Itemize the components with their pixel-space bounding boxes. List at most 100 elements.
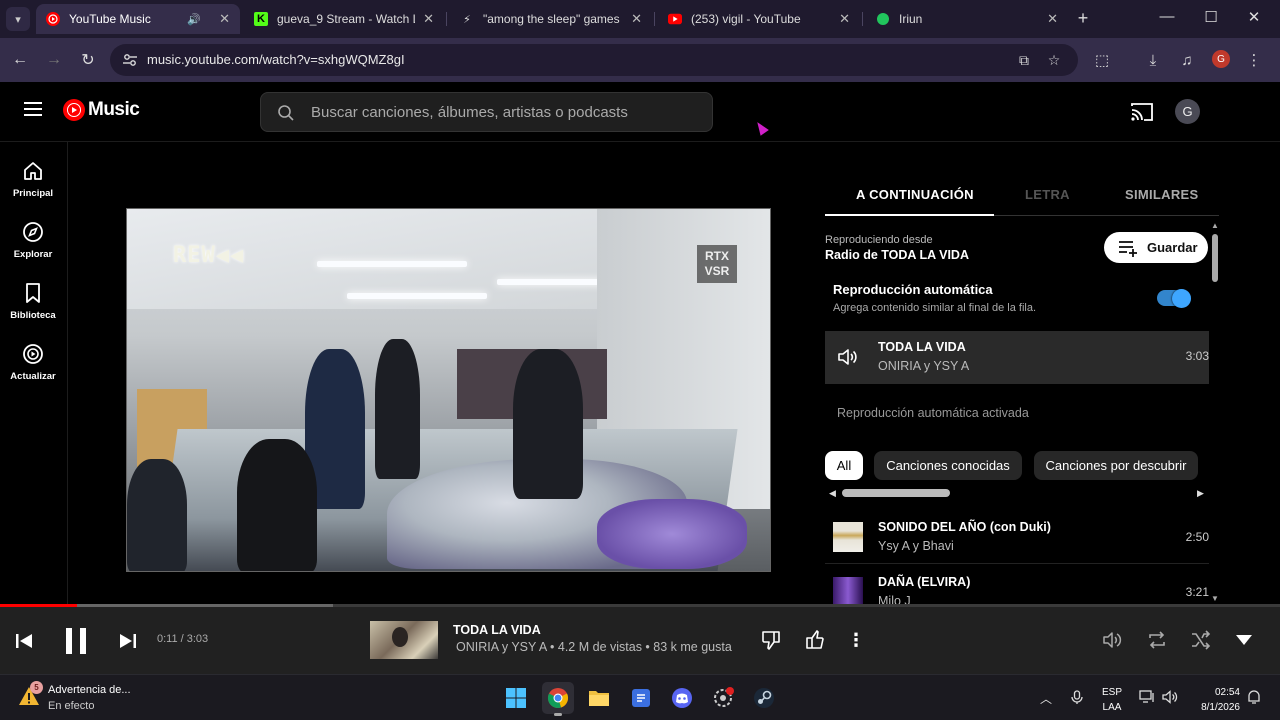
forward-arrow-icon[interactable]: → [43,49,65,71]
browser-tab-strip: ▾ YouTube Music 🔊 ✕ K gueva_9 Stream - W… [0,0,1280,38]
menu-hamburger-icon[interactable] [24,102,42,116]
cast-icon[interactable] [1130,101,1154,123]
notification-title[interactable]: Advertencia de... [48,684,131,696]
queue-item[interactable]: SONIDO DEL AÑO (con Duki) Ysy A y Bhavi … [825,510,1209,564]
chips-scroll-left-icon[interactable]: ◀ [829,488,836,499]
tab-related[interactable]: SIMILARES [1125,187,1198,202]
chip-discover-songs[interactable]: Canciones por descubrir [1034,451,1198,480]
reload-icon[interactable]: ↻ [77,49,99,71]
tab-audio-icon[interactable]: 🔊 [187,13,201,26]
tab-search-button[interactable]: ▾ [6,7,30,31]
keyboard-language-indicator[interactable]: ESP LAA [1100,685,1124,715]
tab-close-icon[interactable]: ✕ [839,11,850,27]
tab-youtube-vigil[interactable]: (253) vigil - YouTube ✕ [658,4,860,34]
ytmusic-logo[interactable]: Music [63,99,140,121]
more-options-icon[interactable]: ⋮ [846,627,866,653]
tab-close-icon[interactable]: ✕ [631,11,642,27]
speaker-volume-icon[interactable] [1162,690,1178,707]
new-tab-plus-icon[interactable]: + [1073,8,1093,28]
browser-profile-avatar[interactable]: G [1212,50,1230,68]
tab-close-icon[interactable]: ✕ [1047,11,1058,27]
now-playing-title[interactable]: TODA LA VIDA [453,623,541,637]
now-playing-thumbnail[interactable] [370,621,438,659]
tab-close-icon[interactable]: ✕ [423,11,434,27]
taskbar-app-settings[interactable] [707,682,739,714]
queue-item-artist[interactable]: Ysy A y Bhavi [878,539,954,553]
playing-from-value: Radio de TODA LA VIDA [825,248,969,262]
previous-icon [16,634,32,648]
nav-item-upgrade[interactable]: Actualizar [0,343,66,399]
search-icon[interactable] [277,104,295,122]
queue-item-artist[interactable]: ONIRIA y YSY A [878,359,969,373]
video-player[interactable]: REW◀◀ RTX VSR [126,208,771,572]
previous-track-button[interactable] [12,629,36,653]
taskbar-app-blue[interactable] [625,682,657,714]
taskbar-file-explorer[interactable] [583,682,615,714]
taskbar-chrome[interactable] [542,682,574,716]
tab-among-the-sleep[interactable]: ⚡ "among the sleep" games - ✕ [450,4,652,34]
tray-overflow-chevron-icon[interactable]: ︿ [1040,690,1052,707]
system-clock[interactable]: 02:54 8/1/2026 [1188,685,1240,715]
bookmark-star-icon[interactable]: ☆ [1045,51,1063,69]
shuffle-button[interactable] [1188,627,1214,653]
like-button[interactable] [802,627,828,653]
minimize-icon[interactable]: — [1152,8,1182,25]
tab-close-icon[interactable]: ✕ [219,11,230,27]
chip-known-songs[interactable]: Canciones conocidas [874,451,1022,480]
home-icon [24,162,42,180]
tab-separator [862,12,863,26]
save-queue-button[interactable]: Guardar [1104,232,1208,263]
site-info-icon[interactable] [122,52,138,68]
taskbar-steam[interactable] [748,682,780,714]
back-arrow-icon[interactable]: ← [9,49,31,71]
tab-kick-stream[interactable]: K gueva_9 Stream - Watch Live ✕ [244,4,444,34]
volume-button[interactable] [1099,627,1125,653]
taskbar-discord[interactable] [666,682,698,714]
chips-scroll-right-icon[interactable]: ▶ [1197,488,1204,499]
autoplay-toggle-knob[interactable] [1172,289,1191,308]
active-tab-indicator [825,214,994,216]
nav-item-home[interactable]: Principal [0,160,66,216]
microphone-icon[interactable] [1071,690,1083,708]
tab-youtube-music[interactable]: YouTube Music 🔊 ✕ [36,4,240,34]
expand-player-button[interactable] [1232,629,1256,651]
repeat-button[interactable] [1144,627,1170,653]
notification-bell-icon[interactable] [1247,690,1261,708]
tab-lyrics[interactable]: LETRA [1025,187,1070,202]
media-controls-icon[interactable]: ♫ [1176,49,1198,71]
network-icon[interactable] [1139,690,1155,707]
queue-item[interactable]: DAÑA (ELVIRA) Milo J 3:21 [825,565,1209,605]
tab-separator [446,12,447,26]
scroll-up-arrow-icon[interactable]: ▲ [1211,221,1219,230]
pause-button[interactable] [58,623,94,659]
youtube-favicon-icon [668,12,682,26]
player-bar: 0:11 / 3:03 TODA LA VIDA ONIRIA y YSY A … [0,607,1280,674]
nav-item-library[interactable]: Biblioteca [0,282,66,338]
tab-iriun[interactable]: Iriun ✕ [866,4,1068,34]
downloads-icon[interactable]: ⤓ [1142,49,1164,71]
chips-scrollbar-thumb[interactable] [842,489,950,497]
browser-menu-icon[interactable]: ⋮ [1243,49,1265,71]
scroll-down-arrow-icon[interactable]: ▼ [1211,594,1219,603]
now-playing-subtitle[interactable]: ONIRIA y YSY A • 4.2 M de vistas • 83 k … [456,640,732,654]
address-bar[interactable]: music.youtube.com/watch?v=sxhgWQMZ8gI ⧉ … [110,44,1078,76]
bolt-favicon-icon: ⚡ [463,13,471,26]
nav-item-explore[interactable]: Explorar [0,221,66,277]
start-button[interactable] [500,682,532,714]
chip-all[interactable]: All [825,451,863,480]
extensions-puzzle-icon[interactable]: ⬚ [1091,49,1113,71]
account-avatar[interactable]: G [1175,99,1200,124]
close-window-icon[interactable]: ✕ [1239,8,1269,26]
search-input[interactable] [311,93,701,131]
dislike-button[interactable] [758,627,784,653]
video-scene-light [347,293,487,299]
tab-title: "among the sleep" games - [483,12,624,26]
tab-up-next[interactable]: A CONTINUACIÓN [856,187,974,202]
search-box[interactable] [260,92,713,132]
install-app-icon[interactable]: ⧉ [1015,51,1033,69]
panel-scrollbar-thumb[interactable] [1212,234,1218,282]
windows-taskbar: 5 Advertencia de... En efecto ︿ ESP LAA … [0,674,1280,720]
next-track-button[interactable] [116,629,140,653]
maximize-icon[interactable]: ☐ [1196,8,1226,26]
queue-item-current[interactable]: TODA LA VIDA ONIRIA y YSY A 3:03 [825,331,1209,384]
